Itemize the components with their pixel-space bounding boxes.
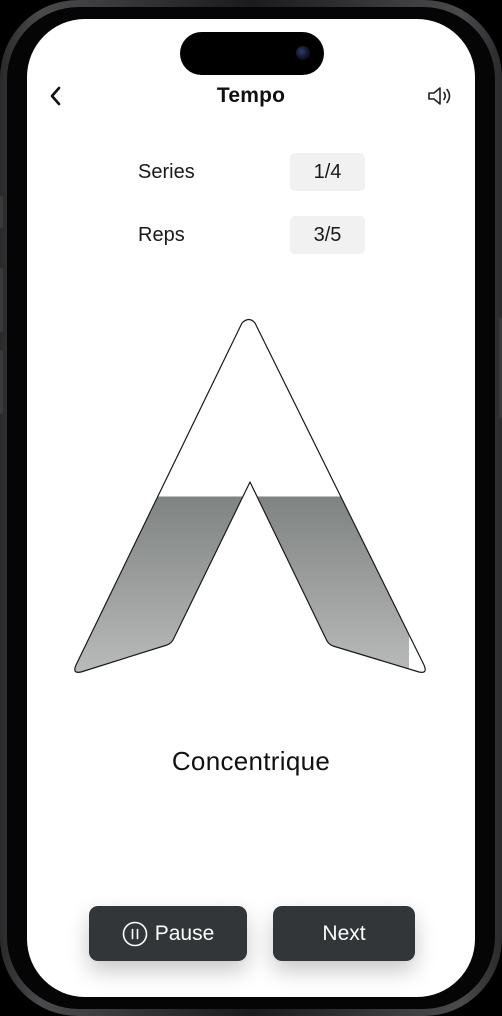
volume-down-button bbox=[0, 350, 3, 414]
sound-toggle-button[interactable] bbox=[425, 81, 457, 111]
page-title: Tempo bbox=[216, 84, 286, 107]
dynamic-island bbox=[180, 32, 324, 75]
tempo-indicator bbox=[74, 318, 426, 673]
pause-button[interactable]: Pause bbox=[89, 906, 247, 961]
next-label: Next bbox=[322, 921, 366, 945]
series-label: Series bbox=[138, 161, 195, 183]
volume-up-button bbox=[0, 268, 3, 332]
pause-label: Pause bbox=[154, 921, 215, 945]
app-screen: Tempo Series 1/4 Reps 3/5 Concentrique P… bbox=[27, 19, 475, 997]
front-camera-icon bbox=[296, 46, 310, 60]
phase-label: Concentrique bbox=[171, 746, 331, 776]
phone-frame: Tempo Series 1/4 Reps 3/5 Concentrique P… bbox=[0, 0, 502, 1016]
pause-circle-icon bbox=[122, 921, 148, 947]
series-value: 1/4 bbox=[290, 153, 365, 191]
next-button[interactable]: Next bbox=[273, 906, 415, 961]
tempo-fill bbox=[74, 496, 409, 673]
reps-label: Reps bbox=[138, 224, 185, 246]
speaker-icon bbox=[428, 87, 451, 105]
silent-switch bbox=[0, 196, 3, 228]
reps-value: 3/5 bbox=[290, 216, 365, 254]
